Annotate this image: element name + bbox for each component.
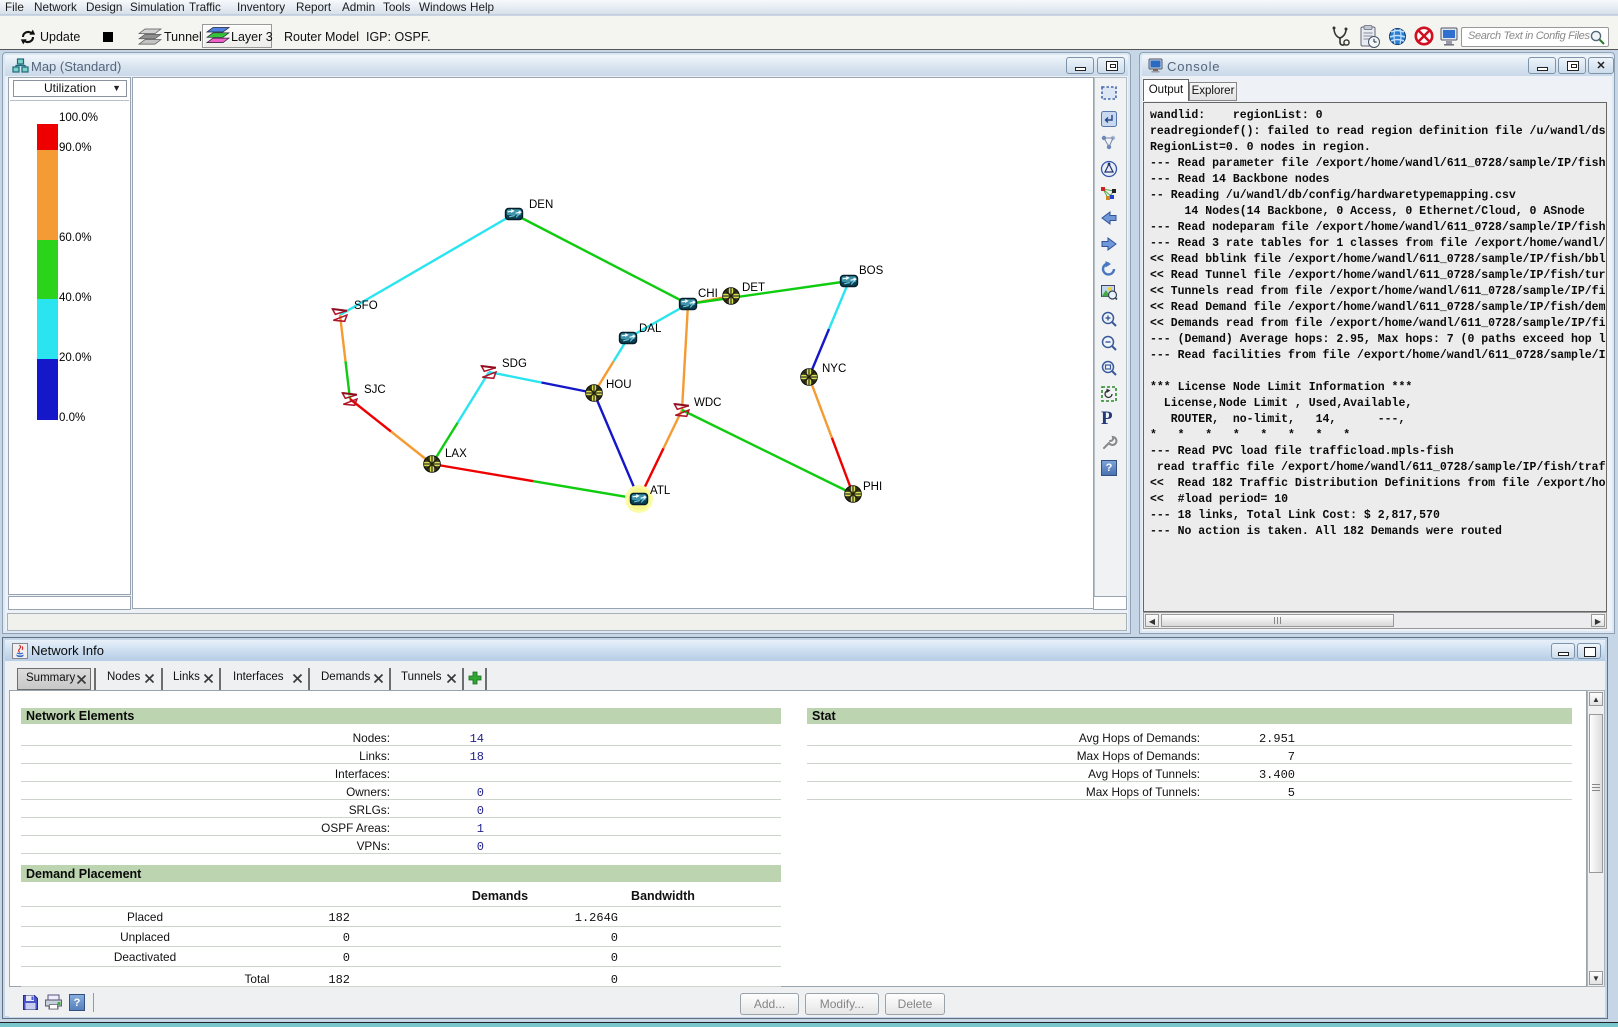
svg-text:NYC: NYC: [822, 363, 846, 375]
svg-text:SDG: SDG: [502, 358, 527, 370]
svg-text:DET: DET: [742, 282, 765, 294]
svg-text:DAL: DAL: [639, 323, 662, 335]
svg-text:PHI: PHI: [863, 481, 882, 493]
svg-text:CHI: CHI: [698, 288, 718, 300]
svg-text:SJC: SJC: [364, 384, 386, 396]
svg-text:HOU: HOU: [606, 379, 632, 391]
svg-text:LAX: LAX: [445, 448, 467, 460]
svg-text:ATL: ATL: [650, 485, 671, 497]
svg-text:SFO: SFO: [354, 300, 378, 312]
svg-text:WDC: WDC: [694, 397, 721, 409]
svg-text:BOS: BOS: [859, 265, 884, 277]
svg-text:DEN: DEN: [529, 199, 553, 211]
